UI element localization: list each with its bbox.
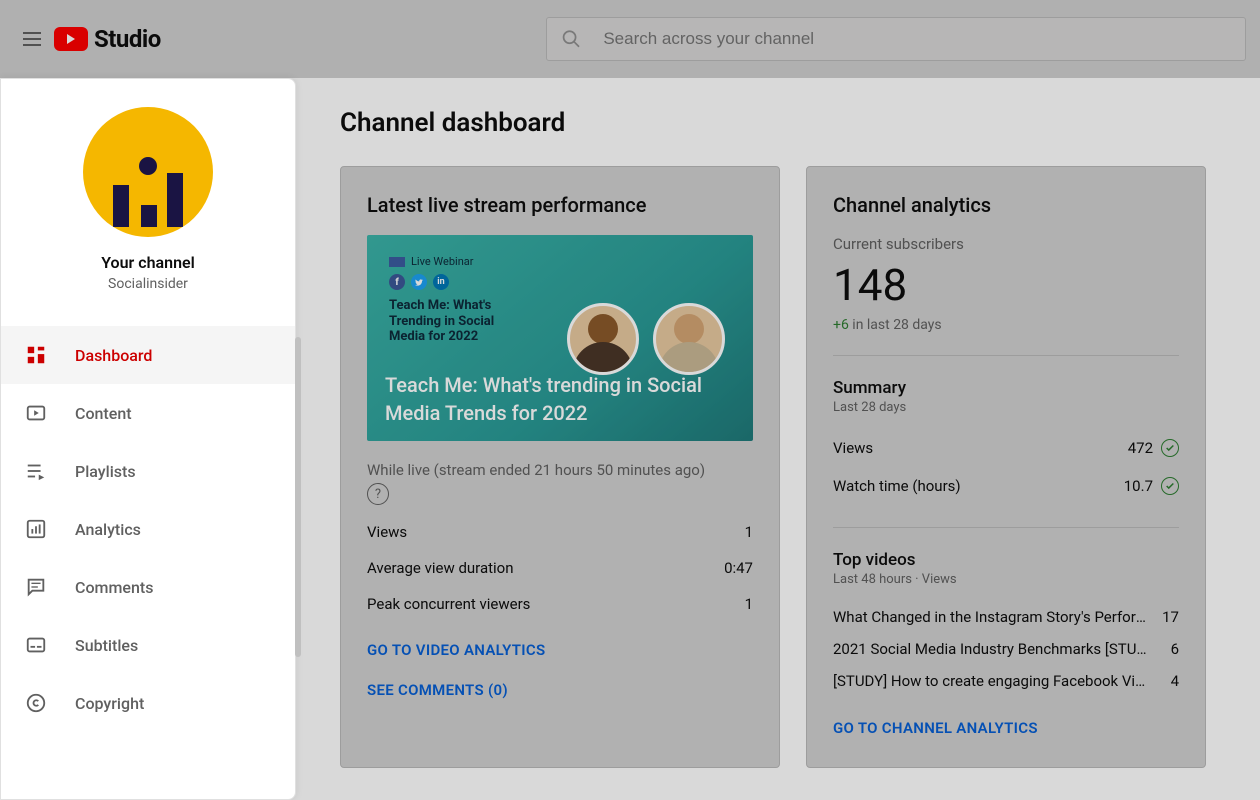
dashboard-icon xyxy=(23,342,49,368)
channel-avatar[interactable] xyxy=(83,107,213,237)
analytics-icon xyxy=(23,516,49,542)
sidebar-item-subtitles[interactable]: Subtitles xyxy=(1,616,295,674)
sidebar-item-label: Comments xyxy=(75,578,153,597)
channel-name: Socialinsider xyxy=(108,276,188,292)
content-icon xyxy=(23,400,49,426)
sidebar-nav: Dashboard Content Playlists Analytics Co… xyxy=(1,326,295,732)
sidebar-item-label: Playlists xyxy=(75,462,136,481)
sidebar-item-comments[interactable]: Comments xyxy=(1,558,295,616)
sidebar-scrollbar[interactable] xyxy=(295,337,301,657)
sidebar-item-analytics[interactable]: Analytics xyxy=(1,500,295,558)
comments-icon xyxy=(23,574,49,600)
sidebar-item-label: Subtitles xyxy=(75,636,138,655)
sidebar-item-playlists[interactable]: Playlists xyxy=(1,442,295,500)
sidebar-item-content[interactable]: Content xyxy=(1,384,295,442)
sidebar: Your channel Socialinsider Dashboard Con… xyxy=(0,78,296,800)
channel-block: Your channel Socialinsider xyxy=(1,79,295,314)
sidebar-item-label: Content xyxy=(75,404,132,423)
sidebar-item-label: Analytics xyxy=(75,520,141,539)
sidebar-item-copyright[interactable]: Copyright xyxy=(1,674,295,732)
sidebar-item-label: Dashboard xyxy=(75,346,152,365)
playlists-icon xyxy=(23,458,49,484)
your-channel-label: Your channel xyxy=(101,253,195,272)
sidebar-item-dashboard[interactable]: Dashboard xyxy=(1,326,295,384)
sidebar-item-label: Copyright xyxy=(75,694,144,713)
subtitles-icon xyxy=(23,632,49,658)
copyright-icon xyxy=(23,690,49,716)
